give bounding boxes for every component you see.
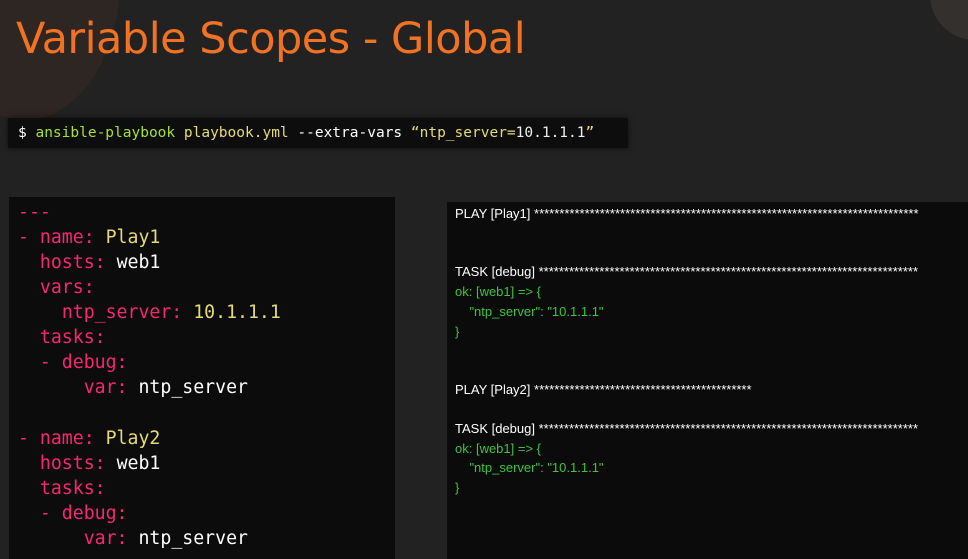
yaml-play1-tasks-line: tasks: xyxy=(18,325,106,350)
yaml-doc-start-text: --- xyxy=(18,202,51,223)
yaml-play2-hosts-line: hosts: web1 xyxy=(18,451,160,476)
yaml-tasks-key: tasks: xyxy=(39,327,106,348)
command-arg-close: ” xyxy=(585,125,595,141)
yaml-play1-task-line: - debug: xyxy=(18,350,128,375)
yaml-vars-key: vars: xyxy=(39,277,95,298)
yaml-task-arg-key: var: xyxy=(83,528,128,549)
yaml-tasks-key: tasks: xyxy=(39,478,106,499)
yaml-play2-task-line: - debug: xyxy=(18,501,128,526)
output-line-ok1: ok: [web1] => { xyxy=(455,284,542,299)
yaml-name-key: - name: xyxy=(18,428,95,449)
yaml-play-name: Play1 xyxy=(105,227,161,248)
yaml-var-value: 10.1.1.1 xyxy=(193,302,281,323)
yaml-task-arg-key: var: xyxy=(83,377,128,398)
yaml-hosts-key: hosts: xyxy=(39,252,106,273)
yaml-task-arg-value: ntp_server xyxy=(138,528,248,549)
yaml-play1-var-line: ntp_server: 10.1.1.1 xyxy=(18,300,281,325)
command-playbook: playbook.yml xyxy=(183,125,289,141)
command-arg-open: “ntp_server= xyxy=(410,125,516,141)
yaml-play-name: Play2 xyxy=(105,428,161,449)
yaml-task-key: - debug: xyxy=(39,352,128,373)
yaml-hosts-key: hosts: xyxy=(39,453,106,474)
output-line-var2: "ntp_server": "10.1.1.1" xyxy=(455,460,604,475)
yaml-task-key: - debug: xyxy=(39,503,128,524)
yaml-doc-start: --- xyxy=(18,200,51,225)
decorative-circle xyxy=(930,0,968,40)
output-line-ok2: ok: [web1] => { xyxy=(455,441,542,456)
output-line-close1: } xyxy=(455,324,460,339)
yaml-task-arg-value: ntp_server xyxy=(138,377,248,398)
slide: Variable Scopes - Global $ ansible-playb… xyxy=(0,0,968,559)
yaml-hosts-value: web1 xyxy=(116,252,161,273)
slide-title: Variable Scopes - Global xyxy=(16,14,526,64)
output-line-close2: } xyxy=(455,480,460,495)
output-line-var1: "ntp_server": "10.1.1.1" xyxy=(455,304,604,319)
output-line-play1: PLAY [Play1] ***************************… xyxy=(455,206,919,221)
playbook-output-panel: PLAY [Play1] ***************************… xyxy=(447,202,968,559)
command-arg-value: 10.1.1.1 xyxy=(515,125,586,141)
command-line: $ ansible-playbook playbook.yml --extra-… xyxy=(8,118,628,148)
playbook-code-panel: --- - name: Play1 hosts: web1 vars: ntp_… xyxy=(9,197,395,559)
yaml-hosts-value: web1 xyxy=(116,453,161,474)
yaml-play1-task-arg-line: var: ntp_server xyxy=(18,375,248,400)
yaml-play2-tasks-line: tasks: xyxy=(18,476,106,501)
output-line-task1: TASK [debug] ***************************… xyxy=(455,264,919,279)
shell-prompt: $ xyxy=(18,125,27,141)
yaml-play2-task-arg-line: var: ntp_server xyxy=(18,526,248,551)
yaml-play1-hosts-line: hosts: web1 xyxy=(18,250,160,275)
yaml-name-key: - name: xyxy=(18,227,95,248)
output-line-task2: TASK [debug] ***************************… xyxy=(455,421,919,436)
yaml-play1-name-line: - name: Play1 xyxy=(18,225,160,250)
yaml-play1-vars-line: vars: xyxy=(18,275,95,300)
command-program: ansible-playbook xyxy=(35,125,176,141)
command-flag: --extra-vars xyxy=(297,125,403,141)
yaml-play2-name-line: - name: Play2 xyxy=(18,426,160,451)
output-line-play2: PLAY [Play2] ***************************… xyxy=(455,382,752,397)
yaml-var-key: ntp_server: xyxy=(61,302,183,323)
